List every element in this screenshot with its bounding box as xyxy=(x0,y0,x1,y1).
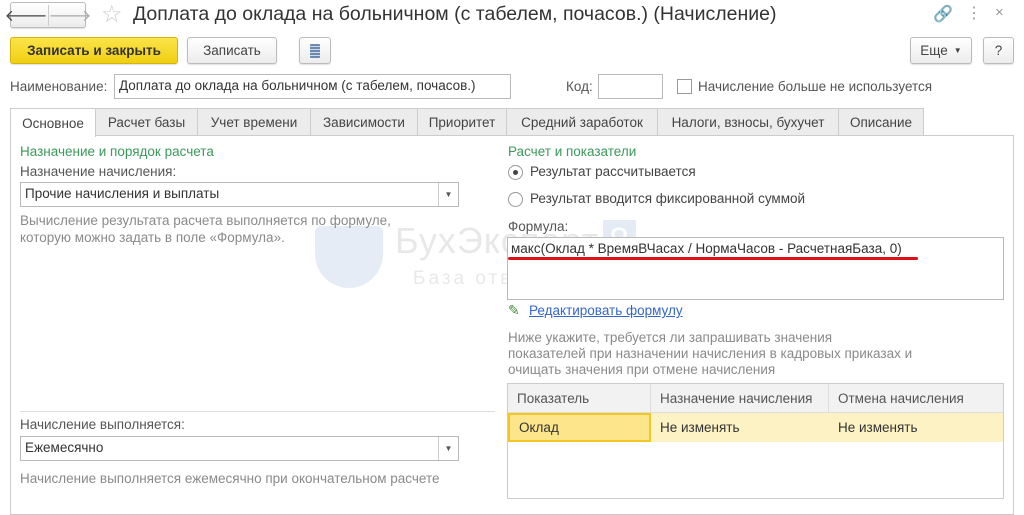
menu-dots-icon[interactable]: ⋮ xyxy=(966,3,982,23)
window-title: Доплата до оклада на больничном (с табел… xyxy=(133,3,777,25)
formula-red-underline xyxy=(508,257,918,260)
purpose-label: Назначение начисления: xyxy=(20,164,177,179)
help-button[interactable]: ? xyxy=(983,37,1014,64)
period-label: Начисление выполняется: xyxy=(20,417,185,432)
radio-result-fixed[interactable] xyxy=(508,192,523,207)
calc-section-title: Расчет и показатели xyxy=(508,144,637,159)
period-value: Ежемесячно xyxy=(25,440,104,455)
chevron-down-icon: ▼ xyxy=(953,46,962,55)
list-report-button[interactable] xyxy=(299,37,331,64)
link-icon[interactable]: 🔗 xyxy=(933,4,953,24)
purpose-section-title: Назначение и порядок расчета xyxy=(20,144,214,159)
favorite-star-icon[interactable]: ☆ xyxy=(101,0,123,29)
tab-taxes[interactable]: Налоги, взносы, бухучет xyxy=(657,108,839,136)
purpose-hint-2: которую можно задать в поле «Формула». xyxy=(20,230,285,245)
dropdown-arrow-icon[interactable]: ▼ xyxy=(438,183,458,206)
radio-result-calculated[interactable] xyxy=(508,165,523,180)
column-header-assignment[interactable]: Назначение начисления xyxy=(651,384,829,412)
period-hint: Начисление выполняется ежемесячно при ок… xyxy=(20,471,440,486)
tab-main[interactable]: Основное xyxy=(10,108,96,137)
edit-formula-link[interactable]: Редактировать формулу xyxy=(529,303,683,318)
purpose-value: Прочие начисления и выплаты xyxy=(25,186,220,201)
save-and-close-button[interactable]: Записать и закрыть xyxy=(10,37,178,64)
radio-result-fixed-label: Результат вводится фиксированной суммой xyxy=(530,191,806,206)
radio-result-calculated-label: Результат рассчитывается xyxy=(530,164,696,179)
pencil-icon: ✎ xyxy=(508,302,520,318)
purpose-hint-1: Вычисление результата расчета выполняетс… xyxy=(20,213,391,228)
tab-priority[interactable]: Приоритет xyxy=(417,108,507,136)
save-button[interactable]: Записать xyxy=(187,37,277,64)
code-label: Код: xyxy=(566,79,593,94)
column-header-indicator[interactable]: Показатель xyxy=(508,384,651,412)
nav-buttons: 🡐 🡒 xyxy=(5,2,91,28)
more-button[interactable]: Еще ▼ xyxy=(910,37,972,64)
cell-indicator[interactable]: Оклад xyxy=(508,413,651,442)
unused-checkbox[interactable] xyxy=(677,79,692,94)
tab-description[interactable]: Описание xyxy=(838,108,924,136)
formula-label: Формула: xyxy=(508,219,569,234)
name-input[interactable]: Доплата до оклада на больничном (с табел… xyxy=(114,74,511,99)
tab-base-calc[interactable]: Расчет базы xyxy=(95,108,198,136)
unused-label: Начисление больше не используется xyxy=(698,79,933,94)
note-2: показателей при назначении начисления в … xyxy=(508,346,913,361)
indicators-table: Показатель Назначение начисления Отмена … xyxy=(507,383,1004,499)
tab-time-accounting[interactable]: Учет времени xyxy=(197,108,311,136)
list-icon xyxy=(310,43,320,58)
formula-value: макс(Оклад * ВремяВЧасах / НормаЧасов - … xyxy=(511,241,902,256)
purpose-select[interactable]: Прочие начисления и выплаты ▼ xyxy=(20,182,459,207)
tab-dependencies[interactable]: Зависимости xyxy=(310,108,418,136)
period-select[interactable]: Ежемесячно ▼ xyxy=(20,436,459,461)
dropdown-arrow-icon[interactable]: ▼ xyxy=(438,437,458,460)
formula-textarea[interactable]: макс(Оклад * ВремяВЧасах / НормаЧасов - … xyxy=(507,237,1004,300)
note-1: Ниже укажите, требуется ли запрашивать з… xyxy=(508,330,833,345)
cell-assignment[interactable]: Не изменять xyxy=(651,413,829,442)
close-icon[interactable]: × xyxy=(995,4,1004,21)
column-header-cancel[interactable]: Отмена начисления xyxy=(829,384,1003,412)
table-header: Показатель Назначение начисления Отмена … xyxy=(508,384,1003,413)
code-input[interactable] xyxy=(598,74,663,99)
note-3: очищать значения при отмене начисления xyxy=(508,362,776,377)
forward-button[interactable]: 🡒 xyxy=(49,5,92,26)
tab-average-earnings[interactable]: Средний заработок xyxy=(506,108,658,136)
divider xyxy=(20,411,495,412)
back-button[interactable]: 🡐 xyxy=(5,4,49,26)
name-label: Наименование: xyxy=(10,79,108,94)
more-label: Еще xyxy=(920,43,948,58)
cell-cancel[interactable]: Не изменять xyxy=(829,413,1003,442)
table-row[interactable]: Оклад Не изменять Не изменять xyxy=(508,413,1003,442)
